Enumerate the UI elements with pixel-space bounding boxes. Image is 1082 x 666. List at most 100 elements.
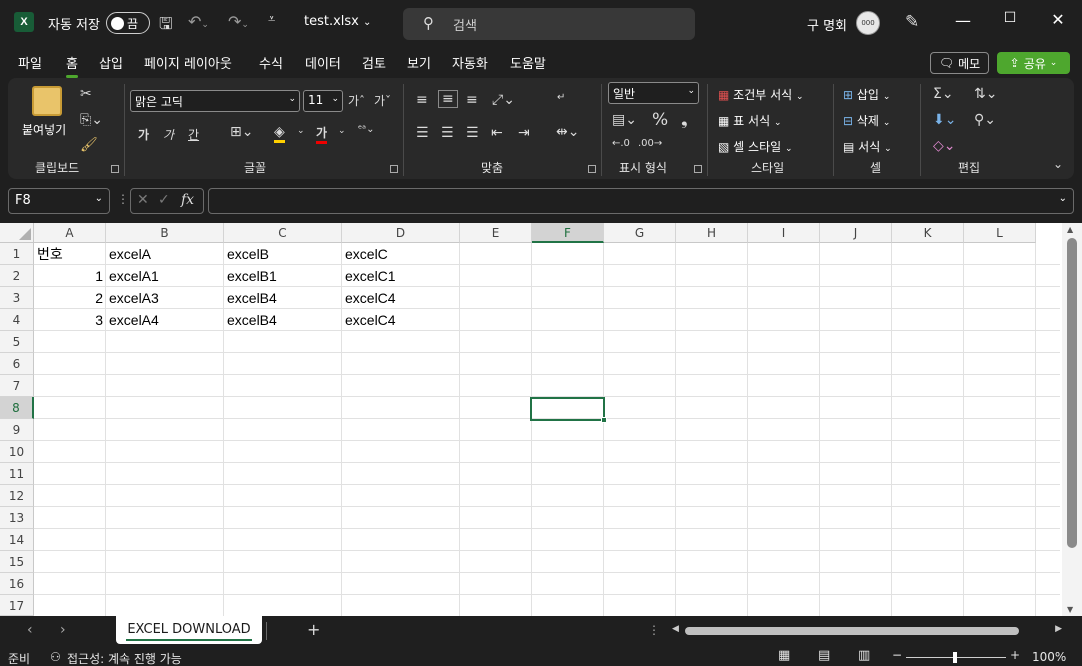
- autosave-toggle[interactable]: 끔: [106, 12, 150, 34]
- merge-center-icon[interactable]: ⇹⌄: [556, 124, 579, 140]
- sheet-tab-excel-download[interactable]: EXCEL DOWNLOAD: [116, 616, 262, 644]
- name-box[interactable]: F8 ⌄: [8, 188, 110, 214]
- accessibility-icon[interactable]: ⚇: [50, 650, 61, 664]
- active-cell-border[interactable]: [530, 397, 605, 421]
- phonetic-icon[interactable]: ᵉᵃ⌄: [358, 124, 374, 135]
- clear-icon[interactable]: ◇⌄: [933, 138, 956, 154]
- vertical-scroll-thumb[interactable]: [1067, 238, 1077, 548]
- percent-icon[interactable]: %: [652, 110, 668, 130]
- tab-home[interactable]: 홈: [66, 53, 78, 78]
- column-header-l[interactable]: L: [964, 223, 1036, 243]
- comma-style-icon[interactable]: ❟: [681, 110, 688, 130]
- cell-a2[interactable]: 1: [34, 265, 106, 287]
- scroll-down-icon[interactable]: ▼: [1067, 605, 1073, 614]
- column-header-h[interactable]: H: [676, 223, 748, 243]
- cell-b3[interactable]: excelA3: [106, 287, 224, 309]
- more-options-icon[interactable]: ⋮: [648, 623, 660, 637]
- font-name-select[interactable]: 맑은 고딕 ⌄: [130, 90, 300, 112]
- wrap-text-icon[interactable]: ↵: [557, 92, 565, 103]
- designer-pen-icon[interactable]: ✎: [905, 12, 919, 32]
- number-format-select[interactable]: 일반 ⌄: [608, 82, 699, 104]
- dialog-launcher-icon[interactable]: [111, 165, 119, 173]
- zoom-in-icon[interactable]: +: [1010, 648, 1020, 662]
- increase-indent-icon[interactable]: ⇥: [518, 125, 530, 141]
- row-header-14[interactable]: 14: [0, 529, 34, 551]
- accounting-format-icon[interactable]: ▤⌄: [612, 112, 637, 128]
- cell-a3[interactable]: 2: [34, 287, 106, 309]
- maximize-button[interactable]: ☐: [995, 10, 1025, 26]
- align-middle-icon[interactable]: ≡: [438, 90, 458, 108]
- row-header-2[interactable]: 2: [0, 265, 34, 287]
- insert-function-icon[interactable]: fx: [181, 192, 194, 208]
- row-header-10[interactable]: 10: [0, 441, 34, 463]
- zoom-level[interactable]: 100%: [1032, 650, 1066, 664]
- align-left-icon[interactable]: ☰: [416, 125, 429, 141]
- tab-help[interactable]: 도움말: [510, 53, 546, 72]
- insert-cells-button[interactable]: ⊞ 삽입 ⌄: [843, 86, 890, 103]
- add-sheet-icon[interactable]: +: [307, 620, 320, 639]
- conditional-formatting-button[interactable]: ▦ 조건부 서식 ⌄: [718, 86, 804, 103]
- enter-icon[interactable]: ✓: [158, 192, 170, 208]
- column-header-k[interactable]: K: [892, 223, 964, 243]
- tab-insert[interactable]: 삽입: [99, 53, 123, 72]
- customize-qat-icon[interactable]: ⩡: [268, 12, 275, 27]
- chevron-down-icon[interactable]: ⌄: [338, 126, 346, 136]
- increase-decimal-icon[interactable]: ←.0: [612, 138, 630, 149]
- format-cells-button[interactable]: ▤ 서식 ⌄: [843, 138, 892, 155]
- autosum-icon[interactable]: Σ⌄: [933, 86, 954, 102]
- paste-label[interactable]: 붙여넣기: [22, 121, 66, 138]
- share-button[interactable]: ⇪ 공유 ⌄: [997, 52, 1070, 74]
- close-button[interactable]: ✕: [1043, 10, 1073, 29]
- cell-c4[interactable]: excelB4: [224, 309, 342, 331]
- decrease-decimal-icon[interactable]: .00→: [638, 138, 662, 149]
- row-header-15[interactable]: 15: [0, 551, 34, 573]
- row-header-8[interactable]: 8: [0, 397, 34, 419]
- bold-icon[interactable]: 가: [138, 126, 149, 143]
- cell-b2[interactable]: excelA1: [106, 265, 224, 287]
- cell-c3[interactable]: excelB4: [224, 287, 342, 309]
- row-header-12[interactable]: 12: [0, 485, 34, 507]
- save-icon[interactable]: 🖫: [159, 13, 173, 40]
- tab-data[interactable]: 데이터: [305, 53, 341, 72]
- row-header-9[interactable]: 9: [0, 419, 34, 441]
- cell-d1[interactable]: excelC: [342, 243, 460, 265]
- page-break-view-icon[interactable]: ▥: [858, 648, 870, 663]
- next-sheet-icon[interactable]: ›: [60, 622, 66, 638]
- sort-filter-icon[interactable]: ⇅⌄: [974, 86, 997, 102]
- decrease-font-icon[interactable]: 가ˇ: [374, 92, 391, 109]
- more-options-icon[interactable]: ⋮: [117, 192, 129, 206]
- row-header-16[interactable]: 16: [0, 573, 34, 595]
- undo-icon[interactable]: ↶⌄: [188, 12, 209, 31]
- fill-color-icon[interactable]: ◈: [274, 124, 285, 143]
- row-header-6[interactable]: 6: [0, 353, 34, 375]
- accessibility-status[interactable]: 접근성: 계속 진행 가능: [67, 650, 182, 666]
- row-header-3[interactable]: 3: [0, 287, 34, 309]
- column-header-e[interactable]: E: [460, 223, 532, 243]
- prev-sheet-icon[interactable]: ‹: [27, 622, 33, 638]
- row-header-11[interactable]: 11: [0, 463, 34, 485]
- scroll-up-icon[interactable]: ▲: [1067, 225, 1073, 234]
- row-header-7[interactable]: 7: [0, 375, 34, 397]
- row-header-1[interactable]: 1: [0, 243, 34, 265]
- font-size-select[interactable]: 11 ⌄: [303, 90, 343, 112]
- column-header-a[interactable]: A: [34, 223, 106, 243]
- column-header-i[interactable]: I: [748, 223, 820, 243]
- orientation-icon[interactable]: ⤢⌄: [492, 92, 515, 108]
- cut-icon[interactable]: ✂: [80, 86, 92, 102]
- zoom-out-icon[interactable]: −: [892, 648, 902, 662]
- cell-styles-button[interactable]: ▧ 셀 스타일 ⌄: [718, 138, 793, 155]
- copy-icon[interactable]: ⎘⌄: [80, 112, 103, 128]
- cell-c1[interactable]: excelB: [224, 243, 342, 265]
- column-header-b[interactable]: B: [106, 223, 224, 243]
- increase-font-icon[interactable]: 가ˆ: [348, 92, 365, 109]
- tab-page-layout[interactable]: 페이지 레이아웃: [144, 53, 232, 72]
- row-header-5[interactable]: 5: [0, 331, 34, 353]
- cell-d2[interactable]: excelC1: [342, 265, 460, 287]
- find-select-icon[interactable]: ⚲⌄: [974, 112, 996, 128]
- align-bottom-icon[interactable]: ≡: [466, 92, 478, 108]
- cell-b4[interactable]: excelA4: [106, 309, 224, 331]
- column-header-j[interactable]: J: [820, 223, 892, 243]
- chevron-down-icon[interactable]: ⌄: [297, 126, 305, 136]
- italic-icon[interactable]: 가: [163, 126, 174, 143]
- font-color-icon[interactable]: 가: [316, 124, 328, 144]
